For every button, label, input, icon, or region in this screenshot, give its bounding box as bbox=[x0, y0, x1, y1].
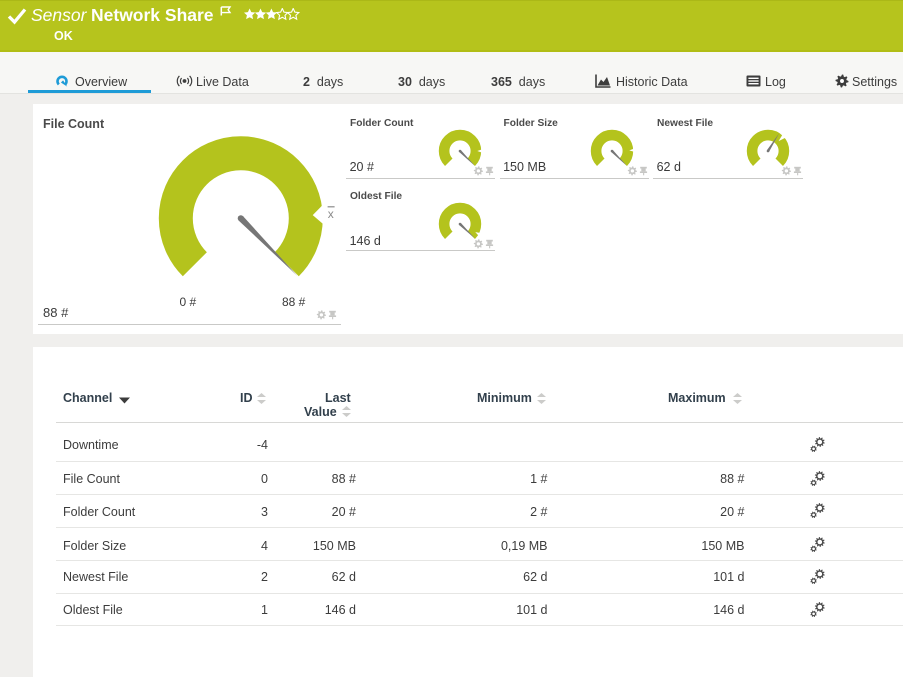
svg-text:x: x bbox=[328, 207, 334, 221]
